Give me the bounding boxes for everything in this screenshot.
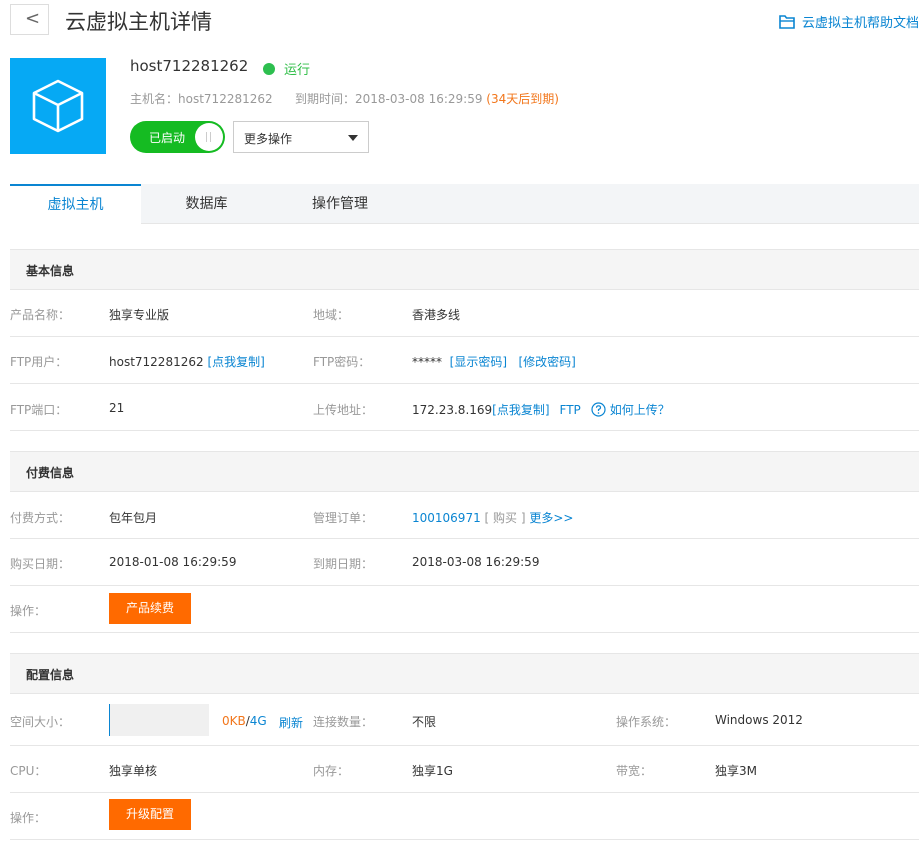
product-value: 独享专业版 [109, 308, 170, 322]
billing-info-header: 付费信息 [10, 451, 919, 492]
renew-button[interactable]: 产品续费 [109, 593, 191, 624]
basic-info-title: 基本信息 [26, 264, 75, 278]
connections-value: 不限 [412, 715, 437, 729]
copy-ftp-user-link[interactable]: [点我复制] [207, 355, 264, 369]
buy-date-value: 2018-01-08 16:29:59 [109, 555, 237, 569]
cpu-value: 独享单核 [109, 764, 158, 778]
tab-database[interactable]: 数据库 [141, 184, 272, 224]
billing-info-title: 付费信息 [26, 466, 75, 480]
ftp-link[interactable]: FTP [560, 403, 581, 417]
divider [10, 745, 919, 746]
ftp-port-value: 21 [109, 401, 125, 415]
ftp-user-label: FTP用户： [10, 355, 68, 369]
toggle-knob [195, 123, 223, 151]
folder-icon [779, 14, 795, 29]
tab-operations[interactable]: 操作管理 [272, 184, 408, 224]
tab-virtual-host[interactable]: 虚拟主机 [10, 184, 141, 225]
hostname-label: 主机名： [130, 92, 179, 106]
divider [10, 839, 919, 840]
status-dot-icon [263, 62, 275, 75]
order-type: [ 购买 ] [484, 511, 526, 525]
expire-note: (34天后到期) [486, 92, 559, 106]
power-toggle-label: 已启动 [149, 131, 186, 145]
expire-label: 到期时间： [295, 92, 356, 106]
more-actions-label: 更多操作 [244, 132, 293, 146]
cpu-label: CPU： [10, 764, 47, 778]
manage-order-value: 100106971 [ 购买 ] 更多>> [412, 509, 574, 526]
buy-date-label: 购买日期： [10, 557, 71, 571]
divider [10, 538, 919, 539]
product-label: 产品名称： [10, 308, 71, 322]
status-label: 运行 [284, 63, 311, 78]
order-id-link[interactable]: 100106971 [412, 511, 481, 525]
bandwidth-label: 带宽： [616, 764, 653, 778]
memory-value: 独享1G [412, 764, 453, 778]
upload-address-label: 上传地址： [313, 403, 374, 417]
expire-time: 2018-03-08 16:29:59 [355, 92, 483, 106]
hostname-value: host712281262 [178, 92, 273, 106]
status-badge: 运行 [263, 59, 310, 78]
power-toggle[interactable]: 已启动 [130, 121, 225, 153]
divider [10, 383, 919, 384]
bandwidth-value: 独享3M [715, 764, 757, 778]
config-operation-label: 操作： [10, 811, 47, 825]
divider [10, 632, 919, 633]
ftp-port-label: FTP端口： [10, 403, 68, 417]
space-label: 空间大小： [10, 715, 71, 729]
host-name: host712281262 [130, 57, 249, 75]
region-label: 地域： [313, 308, 350, 322]
page-title: 云虚拟主机详情 [65, 10, 212, 34]
connections-label: 连接数量： [313, 715, 374, 729]
os-label: 操作系统： [616, 715, 677, 729]
os-value: Windows 2012 [715, 713, 803, 727]
ftp-password-value: ***** [显示密码] [修改密码] [412, 353, 576, 370]
ftp-password-masked: ***** [412, 355, 442, 369]
copy-upload-link[interactable]: [点我复制] [492, 401, 549, 418]
expire-meta: 到期时间：2018-03-08 16:29:59 (34天后到期) [295, 90, 559, 107]
help-doc-link[interactable]: 云虚拟主机帮助文档 [779, 12, 919, 31]
cube-icon [10, 58, 106, 154]
change-password-link[interactable]: [修改密码] [518, 355, 575, 369]
question-icon [591, 402, 606, 417]
divider [10, 430, 919, 431]
memory-label: 内存： [313, 764, 350, 778]
space-total: 4G [249, 714, 267, 728]
region-value: 香港多线 [412, 308, 461, 322]
expire-date-value: 2018-03-08 16:29:59 [412, 555, 540, 569]
divider [10, 585, 919, 586]
tab-bar: 虚拟主机 数据库 操作管理 [10, 184, 919, 225]
basic-info-header: 基本信息 [10, 249, 919, 290]
divider [10, 336, 919, 337]
space-usage-value: 0KB/4G [222, 714, 267, 728]
ftp-user-text: host712281262 [109, 355, 204, 369]
manage-order-label: 管理订单： [313, 511, 374, 525]
pay-method-value: 包年包月 [109, 511, 158, 525]
help-doc-label: 云虚拟主机帮助文档 [801, 16, 919, 31]
expire-date-label: 到期日期： [313, 557, 374, 571]
billing-operation-label: 操作： [10, 604, 47, 618]
ftp-user-value: host712281262 [点我复制] [109, 353, 265, 370]
config-info-title: 配置信息 [26, 668, 75, 682]
ftp-password-label: FTP密码： [313, 355, 371, 369]
how-to-upload-link[interactable]: 如何上传？ [610, 401, 670, 418]
upgrade-button[interactable]: 升级配置 [109, 799, 191, 830]
upload-ip: 172.23.8.169 [412, 402, 493, 417]
pay-method-label: 付费方式： [10, 511, 71, 525]
space-used: 0KB [222, 714, 246, 728]
show-password-link[interactable]: [显示密码] [450, 355, 507, 369]
more-actions-dropdown[interactable]: 更多操作 [233, 121, 369, 153]
refresh-link[interactable]: 刷新 [279, 714, 303, 731]
chevron-down-icon [348, 135, 358, 141]
space-usage-bar [109, 704, 209, 736]
config-info-header: 配置信息 [10, 653, 919, 694]
more-orders-link[interactable]: 更多>> [529, 511, 573, 525]
divider [10, 792, 919, 793]
chevron-left-icon: < [25, 8, 41, 29]
back-button[interactable]: < [10, 4, 49, 35]
upload-address-value: 172.23.8.169 [点我复制] FTP 如何上传？ [412, 401, 670, 418]
hostname-meta: 主机名：host712281262 [130, 90, 273, 107]
